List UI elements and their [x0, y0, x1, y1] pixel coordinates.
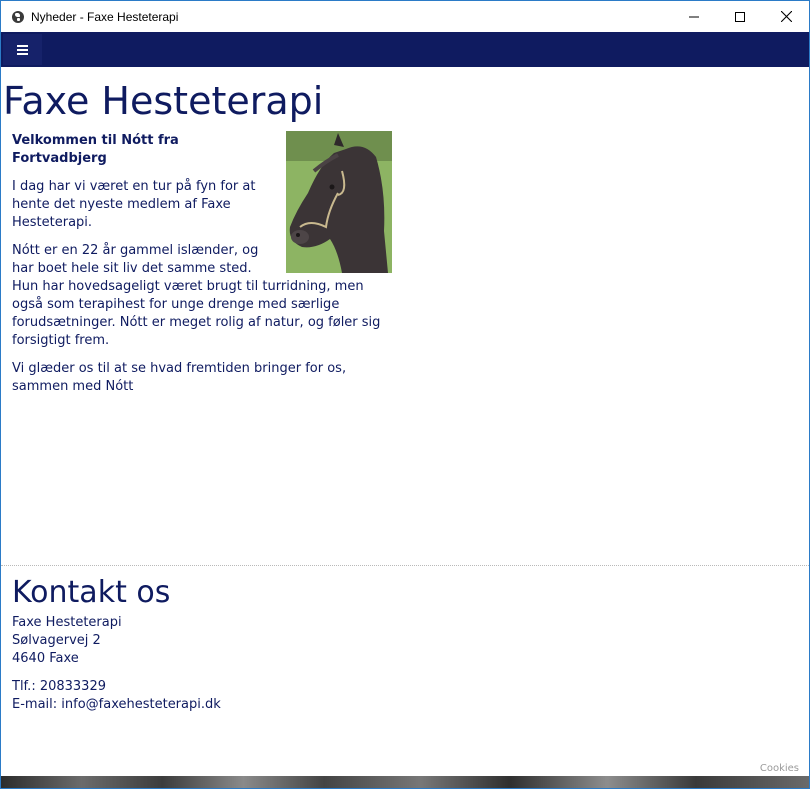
maximize-button[interactable] — [717, 1, 763, 32]
minimize-icon — [689, 16, 699, 17]
close-icon — [780, 11, 792, 22]
contact-phone: Tlf.: 20833329 — [12, 679, 106, 694]
hamburger-icon-bar — [17, 48, 28, 51]
title-bar: Nyheder - Faxe Hesteterapi — [1, 1, 809, 32]
article-paragraph: Vi glæder os til at se hvad fremtiden br… — [12, 361, 347, 394]
phone-email-block: Tlf.: 20833329 E-mail: info@faxehesteter… — [12, 678, 412, 714]
address-block: Faxe Hesteterapi Sølvagervej 2 4640 Faxe — [12, 614, 412, 668]
hamburger-icon-bar — [17, 52, 28, 55]
site-title: Faxe Hesteterapi — [3, 79, 324, 123]
window-controls — [671, 1, 809, 32]
news-article: Velkommen til Nótt fra Fortvadbjerg I da… — [12, 131, 392, 406]
window-title: Nyheder - Faxe Hesteterapi — [31, 9, 179, 24]
site-navbar — [1, 32, 809, 67]
browser-window: Nyheder - Faxe Hesteterapi Faxe Hesteter… — [0, 0, 810, 789]
horse-photo — [286, 131, 392, 273]
background-image-strip — [1, 776, 809, 788]
menu-toggle-button[interactable] — [3, 34, 42, 65]
contact-title: Kontakt os — [12, 575, 171, 610]
contact-name: Faxe Hesteterapi — [12, 615, 122, 630]
hamburger-icon-bar — [17, 44, 28, 47]
maximize-icon — [735, 11, 745, 22]
contact-street: Sølvagervej 2 — [12, 633, 101, 648]
minimize-button[interactable] — [671, 1, 717, 32]
close-button[interactable] — [763, 1, 809, 32]
globe-icon — [12, 10, 24, 23]
contact-info: Faxe Hesteterapi Sølvagervej 2 4640 Faxe… — [12, 614, 412, 724]
contact-city: 4640 Faxe — [12, 651, 79, 666]
contact-email: E-mail: info@faxehesteterapi.dk — [12, 697, 221, 712]
cookies-link[interactable]: Cookies — [760, 763, 799, 774]
section-divider — [1, 565, 809, 566]
